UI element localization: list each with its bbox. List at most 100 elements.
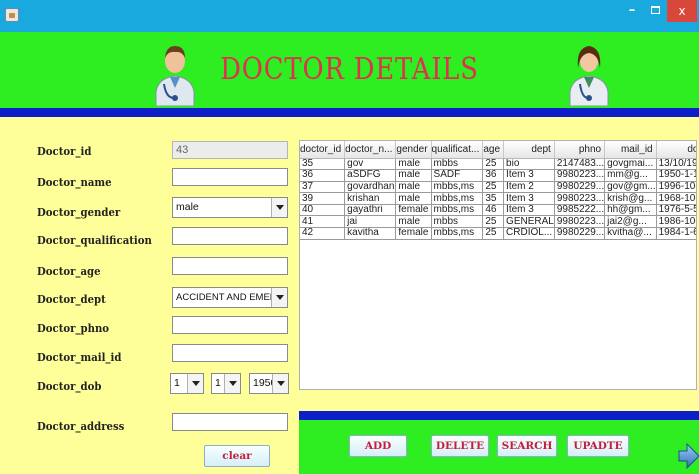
table-cell: jai2@g... xyxy=(604,215,657,229)
table-cell: 41 xyxy=(300,215,346,229)
update-button[interactable]: UPADTE xyxy=(567,435,629,457)
table-cell: gov@gm... xyxy=(604,181,657,194)
mail-field[interactable] xyxy=(172,344,288,362)
table-row[interactable]: 36 aSDFG male SADF 36 Item 3 9980223... mm@g...… xyxy=(300,169,696,182)
column-header[interactable]: doctor_n... xyxy=(344,141,397,159)
doctor-address-label: Doctor_address xyxy=(37,420,125,433)
table-cell: Item 3 xyxy=(503,169,555,182)
table-cell: jai xyxy=(344,215,397,229)
table-cell: female xyxy=(395,227,432,240)
table-cell: 9980223... xyxy=(554,215,606,229)
chevron-down-icon[interactable] xyxy=(271,288,287,307)
table-cell: 37 xyxy=(300,181,346,194)
dob-day-select[interactable]: 1 xyxy=(170,373,204,394)
doctor-age-label: Doctor_age xyxy=(37,265,101,278)
table-cell: 25 xyxy=(482,181,505,194)
table-cell: Item 3 xyxy=(503,192,555,205)
table-cell: 25 xyxy=(482,227,505,240)
doctor-id-label: Doctor_id xyxy=(37,145,92,158)
table-cell: kvitha@... xyxy=(604,227,657,240)
table-cell: gov xyxy=(344,158,397,171)
table-row[interactable]: 39 krishan male mbbs,ms 35 Item 3 9980223... kr… xyxy=(300,192,696,205)
table-cell: male xyxy=(395,192,432,205)
table-cell: mbbs,ms xyxy=(431,227,484,240)
close-button[interactable]: x xyxy=(667,0,697,22)
column-header[interactable]: mail_id xyxy=(604,141,657,159)
column-header[interactable]: age xyxy=(482,141,505,159)
table-cell: 1968-10-5 xyxy=(656,192,696,205)
table-row[interactable]: 37 govardhan male mbbs,ms 25 Item 2 9980229...… xyxy=(300,181,696,194)
window-titlebar: – x xyxy=(0,0,699,32)
header-divider xyxy=(0,108,699,117)
table-cell: 1984-1-6 xyxy=(656,227,696,240)
table-cell: 9980223... xyxy=(554,192,606,205)
dob-year-select[interactable]: 1950 xyxy=(249,373,289,394)
dept-select-value: ACCIDENT AND EMERG xyxy=(176,292,285,303)
right-arrow-icon[interactable] xyxy=(678,443,699,469)
qualification-field[interactable] xyxy=(172,227,288,245)
minimize-button[interactable]: – xyxy=(620,0,644,22)
maximize-button[interactable] xyxy=(644,0,666,22)
doctor-dob-label: Doctor_dob xyxy=(37,380,102,393)
clear-button[interactable]: clear xyxy=(204,445,270,467)
table-cell: 1996-10-... xyxy=(656,181,696,194)
doctor-dept-label: Doctor_dept xyxy=(37,293,106,306)
address-field[interactable] xyxy=(172,413,288,431)
doctor-name-field[interactable] xyxy=(172,168,288,186)
column-header[interactable]: dob xyxy=(656,141,696,159)
table-cell: Item 2 xyxy=(503,181,555,194)
chevron-down-icon[interactable] xyxy=(224,374,240,393)
table-cell: 25 xyxy=(482,158,505,171)
table-cell: mbbs xyxy=(431,215,484,229)
column-header[interactable]: qualificat... xyxy=(431,141,484,159)
header-banner: DOCTOR DETAILS xyxy=(0,32,699,108)
doctor-qualification-label: Doctor_qualification xyxy=(37,234,152,247)
doctor-gender-label: Doctor_gender xyxy=(37,206,121,219)
search-button[interactable]: SEARCH xyxy=(497,435,557,457)
table-cell: mbbs xyxy=(431,158,484,171)
doctor-table[interactable]: doctor_id doctor_n... gender qualificat.… xyxy=(299,140,697,390)
table-cell: male xyxy=(395,169,432,182)
table-cell: male xyxy=(395,181,432,194)
table-cell: GENERAL xyxy=(503,215,555,229)
table-row[interactable]: 40 gayathri female mbbs,ms 46 Item 3 9985222..… xyxy=(300,204,696,217)
table-cell: 1950-1-1 xyxy=(656,169,696,182)
phone-field[interactable] xyxy=(172,316,288,334)
table-cell: 40 xyxy=(300,204,346,217)
column-header[interactable]: phno xyxy=(554,141,606,159)
table-cell: krishan xyxy=(344,192,397,205)
table-cell: Item 3 xyxy=(503,204,555,217)
table-cell: 1986-10-... xyxy=(656,215,696,229)
table-cell: SADF xyxy=(431,169,484,182)
doctor-name-label: Doctor_name xyxy=(37,176,112,189)
age-field[interactable] xyxy=(172,257,288,275)
chevron-down-icon[interactable] xyxy=(187,374,203,393)
table-row[interactable]: 35 gov male mbbs 25 bio 2147483... govgmai... 13… xyxy=(300,158,696,171)
table-row[interactable]: 42 kavitha female mbbs,ms 25 CRDIOL... 9980229… xyxy=(300,227,696,240)
table-cell: govgmai... xyxy=(604,158,657,171)
delete-button[interactable]: DELETE xyxy=(431,435,489,457)
table-cell: krish@g... xyxy=(604,192,657,205)
table-row[interactable]: 41 jai male mbbs 25 GENERAL 9980223... jai2@g..… xyxy=(300,215,696,229)
doctor-icon xyxy=(569,46,609,106)
dob-month-select[interactable]: 1 xyxy=(211,373,241,394)
table-cell: male xyxy=(395,158,432,171)
table-cell: 9980229... xyxy=(554,227,606,240)
table-cell: govardhan xyxy=(344,181,397,194)
table-cell: aSDFG xyxy=(344,169,397,182)
chevron-down-icon[interactable] xyxy=(272,374,288,393)
add-button[interactable]: ADD xyxy=(349,435,407,457)
table-cell: female xyxy=(395,204,432,217)
table-cell: kavitha xyxy=(344,227,397,240)
gender-select[interactable]: male xyxy=(172,197,288,218)
chevron-down-icon[interactable] xyxy=(271,198,287,217)
table-cell: mbbs,ms xyxy=(431,181,484,194)
table-cell: 13/10/19... xyxy=(656,158,696,171)
column-header[interactable]: doctor_id xyxy=(300,141,346,159)
dept-select[interactable]: ACCIDENT AND EMERG xyxy=(172,287,288,308)
column-header[interactable]: dept xyxy=(503,141,555,159)
table-cell: bio xyxy=(503,158,555,171)
doctor-mail-label: Doctor_mail_id xyxy=(37,351,122,364)
gender-select-value: male xyxy=(176,201,199,213)
column-header[interactable]: gender xyxy=(395,141,432,159)
